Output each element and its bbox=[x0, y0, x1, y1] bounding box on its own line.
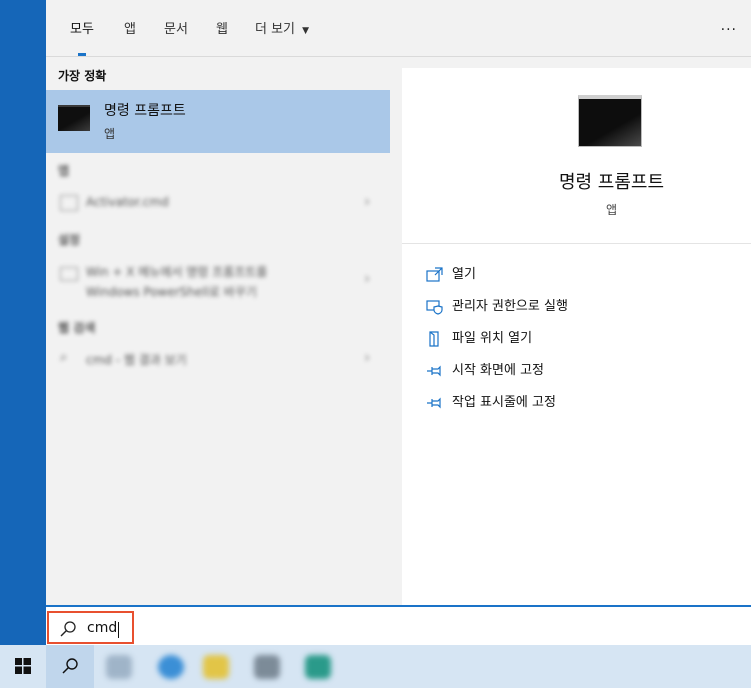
web-section-header: 웹 검색 bbox=[58, 321, 96, 335]
action-run-as-admin-label: 관리자 권한으로 실행 bbox=[452, 299, 568, 314]
action-open-file-location-label: 파일 위치 열기 bbox=[452, 331, 533, 346]
pin-icon bbox=[427, 397, 441, 408]
open-icon bbox=[426, 266, 443, 282]
text-caret bbox=[118, 622, 119, 638]
tab-more-label: 더 보기 bbox=[255, 22, 296, 37]
app-item-label: Activator.cmd bbox=[86, 195, 169, 209]
action-open-label: 열기 bbox=[452, 267, 476, 282]
command-prompt-icon bbox=[578, 95, 642, 147]
action-run-as-admin[interactable]: 관리자 권한으로 실행 bbox=[426, 297, 568, 317]
detail-subtitle: 앱 bbox=[605, 203, 618, 217]
search-bar bbox=[46, 605, 751, 645]
search-icon bbox=[60, 621, 76, 637]
list-item[interactable]: Win + X 메뉴에서 명령 프롬프트를 Windows PowerShell… bbox=[46, 259, 390, 303]
windows-logo-icon bbox=[15, 658, 31, 674]
chevron-right-icon: › bbox=[364, 271, 370, 287]
action-pin-to-taskbar[interactable]: 작업 표시줄에 고정 bbox=[426, 393, 556, 413]
chevron-right-icon: › bbox=[364, 350, 370, 366]
best-match-header: 가장 정확 bbox=[58, 69, 107, 83]
web-item-label: cmd - 웹 결과 보기 bbox=[86, 353, 187, 367]
chevron-down-icon: ▼ bbox=[302, 26, 310, 36]
file-explorer-icon[interactable] bbox=[203, 655, 229, 679]
shield-icon bbox=[426, 299, 443, 315]
apps-section-header: 앱 bbox=[58, 164, 70, 178]
search-box-highlight bbox=[47, 611, 134, 644]
results-list: 가장 정확 명령 프롬프트 앱 앱 Activator.cmd › 설정 Win… bbox=[46, 57, 390, 605]
settings-section-header: 설정 bbox=[58, 233, 81, 247]
tab-web[interactable]: 웹 bbox=[212, 0, 232, 56]
start-button[interactable] bbox=[0, 645, 46, 688]
tab-documents[interactable]: 문서 bbox=[160, 0, 192, 56]
search-panel: 모두 앱 문서 웹 더 보기 ▼ ··· 가장 정확 명령 프롬프트 앱 앱 A… bbox=[46, 0, 751, 605]
task-view-icon[interactable] bbox=[106, 655, 132, 679]
ellipsis-icon[interactable]: ··· bbox=[721, 22, 737, 38]
settings-item-line1: Win + X 메뉴에서 명령 프롬프트를 bbox=[86, 265, 268, 279]
best-match-item[interactable]: 명령 프롬프트 앱 bbox=[46, 90, 390, 153]
edge-browser-icon[interactable] bbox=[158, 655, 184, 679]
list-item[interactable]: Activator.cmd › bbox=[46, 191, 390, 217]
settings-item-line2: Windows PowerShell로 바꾸기 bbox=[86, 285, 257, 299]
taskbar bbox=[0, 645, 751, 688]
desktop-background bbox=[0, 0, 46, 645]
command-prompt-icon bbox=[58, 105, 90, 131]
file-location-icon bbox=[429, 330, 439, 347]
tab-more[interactable]: 더 보기 ▼ bbox=[251, 0, 313, 56]
divider bbox=[402, 243, 751, 244]
action-open[interactable]: 열기 bbox=[426, 265, 476, 285]
action-pin-to-start-label: 시작 화면에 고정 bbox=[452, 363, 544, 378]
search-icon bbox=[62, 658, 78, 674]
app-icon[interactable] bbox=[305, 655, 331, 679]
store-icon[interactable] bbox=[254, 655, 280, 679]
chevron-right-icon: › bbox=[364, 194, 370, 210]
filter-tabs: 모두 앱 문서 웹 더 보기 ▼ ··· bbox=[46, 0, 751, 57]
tab-all[interactable]: 모두 bbox=[66, 0, 98, 56]
action-open-file-location[interactable]: 파일 위치 열기 bbox=[426, 329, 532, 349]
list-item[interactable]: ⌕ cmd - 웹 결과 보기 › bbox=[46, 347, 390, 373]
detail-pane: 명령 프롬프트 앱 열기 관리자 권한으로 실행 파일 위치 열기 시작 화면에… bbox=[402, 68, 751, 605]
action-pin-to-taskbar-label: 작업 표시줄에 고정 bbox=[452, 395, 556, 410]
tab-apps[interactable]: 앱 bbox=[120, 0, 140, 56]
pin-icon bbox=[427, 365, 441, 376]
search-input[interactable] bbox=[87, 620, 127, 636]
detail-title: 명령 프롬프트 bbox=[558, 172, 665, 193]
search-icon: ⌕ bbox=[60, 350, 68, 365]
settings-icon bbox=[60, 267, 78, 281]
best-match-subtitle: 앱 bbox=[104, 127, 116, 141]
taskbar-search-button[interactable] bbox=[46, 645, 94, 688]
app-icon bbox=[60, 195, 78, 211]
action-pin-to-start[interactable]: 시작 화면에 고정 bbox=[426, 361, 544, 381]
best-match-title: 명령 프롬프트 bbox=[104, 103, 186, 119]
